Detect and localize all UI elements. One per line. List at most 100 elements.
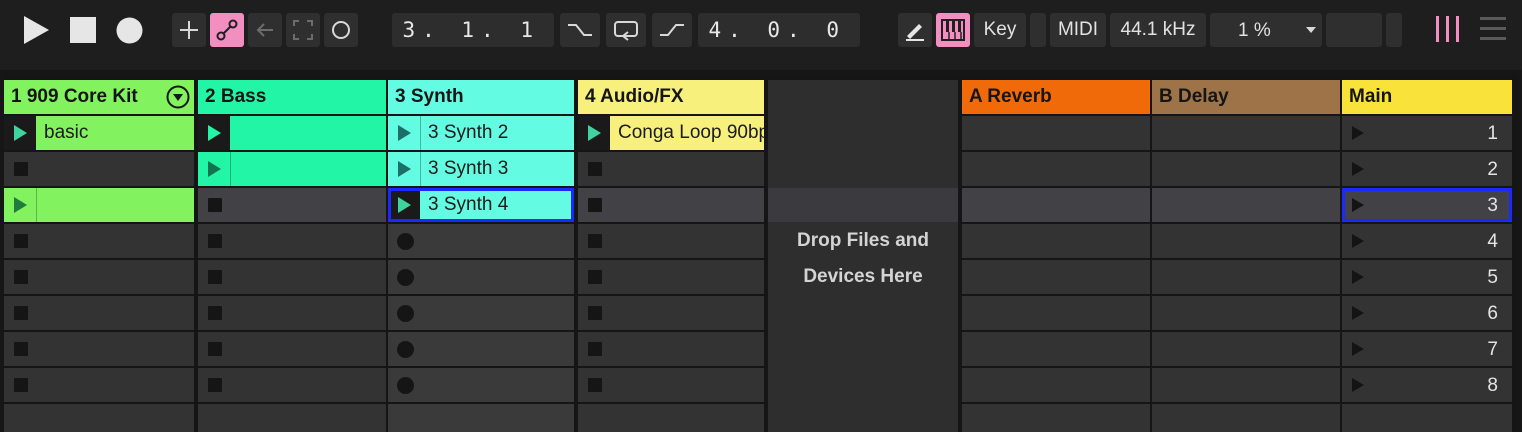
clip-slot-filled[interactable]	[198, 116, 386, 150]
stop-icon	[14, 378, 28, 392]
clip-slot-filled[interactable]: basic	[4, 116, 194, 150]
cpu-load-meter[interactable]: 1 %	[1210, 13, 1322, 47]
stop-icon	[588, 234, 602, 248]
clip-slot-empty[interactable]	[4, 332, 194, 366]
computer-midi-keyboard-button[interactable]	[936, 13, 970, 47]
clip-slot-armed[interactable]	[388, 404, 574, 432]
clip-slot-empty[interactable]	[4, 404, 194, 432]
return-slot	[1152, 332, 1340, 366]
scene-launch-2[interactable]: 2	[1342, 152, 1512, 186]
capture-midi-button[interactable]	[286, 13, 320, 47]
stop-icon	[208, 378, 222, 392]
clip-slot-empty[interactable]	[198, 332, 386, 366]
clip-launch-button[interactable]	[198, 152, 231, 186]
song-position-display[interactable]: 3. 1. 1	[392, 13, 554, 47]
piano-keys-icon	[941, 19, 965, 41]
arrow-left-icon	[256, 23, 273, 37]
track-header[interactable]: B Delay	[1152, 80, 1340, 114]
clip-slot-empty[interactable]	[4, 368, 194, 402]
drop-files-zone[interactable]: Drop Files and Devices Here	[768, 80, 958, 432]
key-map-button[interactable]: Key	[974, 13, 1026, 47]
track-header[interactable]: 4 Audio/FX	[578, 80, 764, 114]
clip-slot-empty[interactable]	[578, 260, 764, 294]
clip-slot-filled[interactable]: Conga Loop 90bpm	[578, 116, 764, 150]
clip-launch-button[interactable]	[388, 152, 421, 186]
clip-slot-filled[interactable]: 3 Synth 3	[388, 152, 574, 186]
scene-launch-5[interactable]: 5	[1342, 260, 1512, 294]
punch-in-button[interactable]	[560, 13, 600, 47]
play-button[interactable]	[22, 16, 50, 44]
pencil-icon	[906, 24, 924, 41]
clip-slot-armed[interactable]	[388, 332, 574, 366]
scene-number: 2	[1487, 159, 1498, 180]
session-record-button[interactable]	[324, 13, 358, 47]
draw-mode-button[interactable]	[898, 13, 932, 47]
track-name: 3 Synth	[395, 86, 464, 107]
clip-slot-empty[interactable]	[578, 224, 764, 258]
automation-arm-button[interactable]	[210, 13, 244, 47]
punch-out-button[interactable]	[652, 13, 692, 47]
clip-launch-button[interactable]	[4, 116, 36, 150]
track-name: Main	[1349, 86, 1393, 107]
capture-frame-icon	[293, 20, 313, 40]
track-header[interactable]: 1 909 Core Kit	[4, 80, 194, 114]
clip-launch-button[interactable]	[4, 188, 37, 222]
clip-slot-armed[interactable]	[388, 368, 574, 402]
stop-button[interactable]	[70, 17, 96, 43]
midi-map-button[interactable]: MIDI	[1050, 13, 1106, 47]
clip-slot-filled[interactable]	[4, 188, 194, 222]
track-header[interactable]: Main	[1342, 80, 1512, 114]
clip-slot-empty[interactable]	[578, 368, 764, 402]
clip-slot-empty[interactable]	[198, 224, 386, 258]
clip-slot-armed[interactable]	[388, 296, 574, 330]
clip-slot-armed[interactable]	[388, 224, 574, 258]
play-icon	[13, 125, 27, 141]
clip-slot-empty[interactable]	[578, 404, 764, 432]
record-button[interactable]	[116, 17, 143, 44]
scene-number: 5	[1487, 267, 1498, 288]
loop-length-display[interactable]: 4. 0. 0	[698, 13, 860, 47]
scene-number: 6	[1487, 303, 1498, 324]
clip-name: Conga Loop 90bpm	[618, 122, 764, 143]
track-header[interactable]: A Reverb	[962, 80, 1150, 114]
clip-slot-empty[interactable]	[578, 152, 764, 186]
scene-launch-8[interactable]: 8	[1342, 368, 1512, 402]
clip-launch-button[interactable]	[388, 116, 421, 150]
scene-launch-3[interactable]: 3	[1342, 188, 1512, 222]
scene-launch-4[interactable]: 4	[1342, 224, 1512, 258]
chevron-down-icon	[1306, 27, 1316, 33]
clip-slot-empty[interactable]	[198, 404, 386, 432]
clip-slot-empty[interactable]	[198, 296, 386, 330]
overdub-button[interactable]	[172, 13, 206, 47]
clip-slot-empty[interactable]	[198, 260, 386, 294]
clip-slot-selected[interactable]: 3 Synth 4	[388, 188, 574, 222]
stop-icon	[588, 378, 602, 392]
stop-icon	[14, 342, 28, 356]
clip-slot-empty[interactable]	[198, 188, 386, 222]
clip-slot-empty[interactable]	[4, 296, 194, 330]
clip-slot-empty[interactable]	[198, 368, 386, 402]
re-enable-automation-button[interactable]	[248, 13, 282, 47]
track-header[interactable]: 3 Synth	[388, 80, 574, 114]
key-map-indicator	[1030, 13, 1046, 47]
clip-slot-empty[interactable]	[4, 260, 194, 294]
clip-slot-armed[interactable]	[388, 260, 574, 294]
clip-slot-empty[interactable]	[578, 188, 764, 222]
arrangement-view-button[interactable]	[1478, 14, 1508, 44]
session-view-button[interactable]	[1434, 14, 1464, 44]
clip-slot-empty[interactable]	[578, 332, 764, 366]
clip-launch-button[interactable]	[198, 116, 230, 150]
fold-chevron-icon[interactable]	[166, 85, 190, 109]
clip-slot-empty[interactable]	[578, 296, 764, 330]
clip-slot-empty[interactable]	[4, 152, 194, 186]
track-header[interactable]: 2 Bass	[198, 80, 386, 114]
clip-slot-empty[interactable]	[4, 224, 194, 258]
scene-launch-1[interactable]: 1	[1342, 116, 1512, 150]
clip-launch-button[interactable]	[578, 116, 610, 150]
clip-slot-filled[interactable]	[198, 152, 386, 186]
scene-launch-7[interactable]: 7	[1342, 332, 1512, 366]
stop-icon	[208, 342, 222, 356]
scene-launch-6[interactable]: 6	[1342, 296, 1512, 330]
clip-slot-filled[interactable]: 3 Synth 2	[388, 116, 574, 150]
loop-button[interactable]	[606, 13, 646, 47]
